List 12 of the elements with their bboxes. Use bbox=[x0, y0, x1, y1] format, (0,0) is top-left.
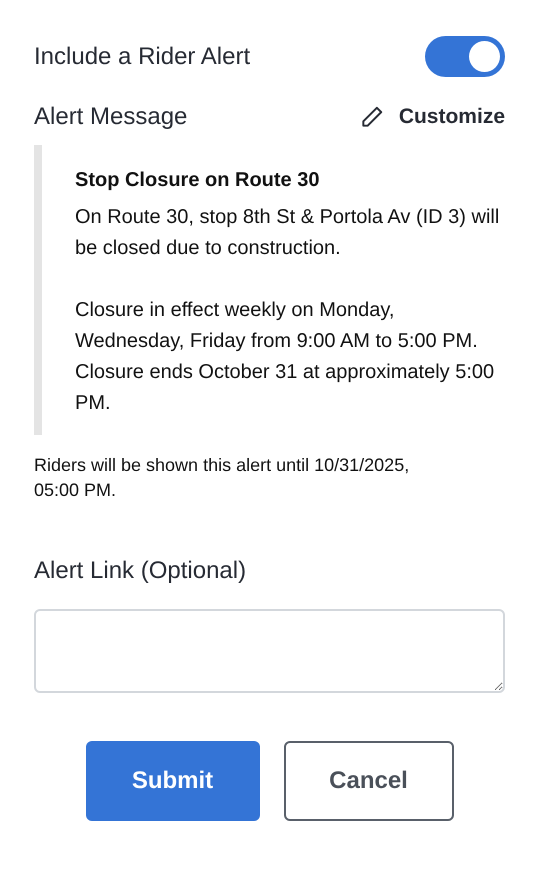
alert-text: Closure in effect weekly on Monday, Wednesday, Friday from 9:00 AM to 5:00 PM. Closure ends October 31 at approximately 5:00 PM. bbox=[75, 298, 496, 416]
alert-title: Stop Closure on Route 30 bbox=[75, 169, 320, 192]
link-input-field[interactable] bbox=[34, 609, 505, 693]
section-label: Alert Message bbox=[34, 103, 188, 131]
toggle-label: Include a Rider Alert bbox=[34, 42, 250, 70]
customize-button[interactable]: Customize bbox=[358, 104, 505, 130]
cancel-button[interactable]: Cancel bbox=[284, 741, 454, 821]
alert-text: On Route 30, stop 8th St & Portola Av (ID 3) will be closed due to construction. bbox=[75, 205, 500, 261]
field-label: Alert Link (Optional) bbox=[34, 557, 248, 585]
toggle-switch[interactable] bbox=[425, 36, 505, 77]
notice-text: Riders will be shown this alert until 10/31/2025, 05:00 PM. bbox=[34, 454, 410, 502]
submit-button[interactable]: Submit bbox=[86, 741, 260, 821]
